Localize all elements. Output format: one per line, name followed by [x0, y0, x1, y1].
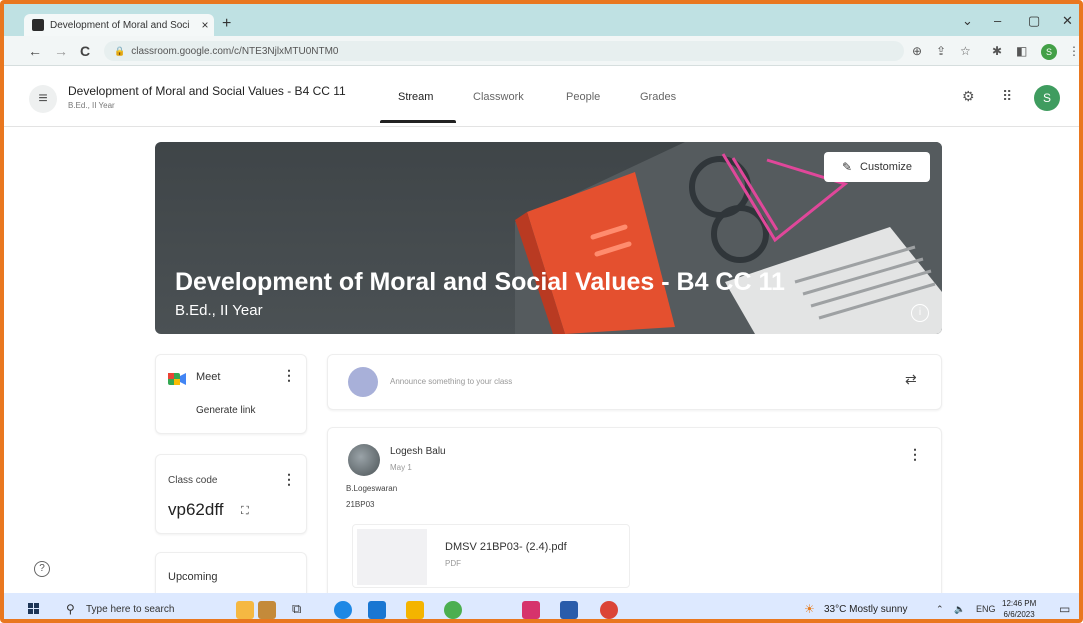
info-icon[interactable]: i	[911, 304, 929, 322]
generate-link-button[interactable]: Generate link	[196, 405, 255, 416]
banner-subtitle: B.Ed., II Year	[175, 302, 263, 319]
install-icon[interactable]: ⊕	[912, 44, 922, 58]
classroom-favicon-icon	[32, 19, 44, 31]
app-icon[interactable]	[522, 601, 540, 619]
tab-title: Development of Moral and Soci	[50, 19, 190, 31]
class-code-value: vp62dff	[168, 500, 224, 519]
meet-label: Meet	[196, 371, 221, 383]
tab-people[interactable]: People	[566, 91, 600, 103]
attachment-name: DMSV 21BP03- (2.4).pdf	[445, 541, 567, 553]
class-code-card: Class code ⋮ vp62dff ⛶	[155, 454, 307, 534]
tab-classwork[interactable]: Classwork	[473, 91, 524, 103]
browser-menu-icon[interactable]: ⋮	[1068, 44, 1079, 58]
post-author: Logesh Balu	[390, 446, 446, 457]
attachment-card[interactable]: DMSV 21BP03- (2.4).pdf PDF	[352, 524, 630, 588]
bookmark-star-icon[interactable]: ☆	[960, 44, 971, 58]
announce-placeholder[interactable]: Announce something to your class	[390, 377, 512, 386]
chrome-icon[interactable]	[444, 601, 462, 619]
announce-box[interactable]: Announce something to your class ⇄	[327, 354, 942, 410]
notification-icon[interactable]: ▭	[1059, 602, 1070, 616]
minimize-button[interactable]: –	[994, 13, 1001, 28]
clock[interactable]: 12:46 PM 6/6/2023	[1002, 598, 1037, 619]
active-tab-indicator	[380, 120, 456, 123]
people-icon[interactable]	[258, 601, 276, 619]
restore-button[interactable]: ▢	[1028, 13, 1040, 29]
account-avatar[interactable]: S	[1034, 85, 1060, 111]
main-menu-icon[interactable]: ≡	[29, 85, 57, 113]
fullscreen-code-icon[interactable]: ⛶	[241, 505, 249, 518]
lock-icon: 🔒	[114, 46, 126, 56]
tray-chevron-icon[interactable]: ⌃	[936, 604, 944, 615]
weather-text[interactable]: 33°C Mostly sunny	[824, 604, 907, 615]
address-bar-row: ← → C 🔒 classroom.google.com/c/NTE3NjlxMT…	[4, 36, 1079, 66]
edge-icon[interactable]	[334, 601, 352, 619]
stream-post: Logesh Balu May 1 ⋮ B.Logeswaran 21BP03 …	[327, 427, 942, 607]
course-subtitle: B.Ed., II Year	[68, 101, 115, 110]
repost-icon[interactable]: ⇄	[905, 371, 917, 388]
class-code-more-options-icon[interactable]: ⋮	[282, 471, 296, 488]
user-avatar	[348, 367, 378, 397]
meet-icon	[168, 373, 186, 385]
new-tab-button[interactable]: +	[222, 15, 231, 33]
browser-profile-avatar[interactable]: S	[1041, 44, 1057, 60]
side-panel-icon[interactable]: ◧	[1016, 44, 1027, 58]
windows-start-icon[interactable]	[28, 603, 40, 615]
classroom-header: ≡ Development of Moral and Social Values…	[4, 67, 1079, 127]
banner-title: Development of Moral and Social Values -…	[175, 268, 785, 296]
tab-grades[interactable]: Grades	[640, 91, 676, 103]
clock-date: 6/6/2023	[1003, 610, 1035, 619]
customize-label: Customize	[860, 161, 913, 173]
author-avatar	[348, 444, 380, 476]
mail-icon[interactable]	[368, 601, 386, 619]
tab-close-icon[interactable]: ×	[196, 18, 214, 32]
close-window-button[interactable]: ✕	[1062, 13, 1073, 29]
back-button[interactable]: ←	[28, 43, 42, 59]
clock-time: 12:46 PM	[1002, 599, 1037, 608]
news-widget-icon[interactable]	[236, 601, 254, 619]
word-icon[interactable]	[560, 601, 578, 619]
window-frame: Development of Moral and Soci × + ⌄ – ▢ …	[0, 0, 1083, 623]
class-settings-gear-icon[interactable]: ⚙	[962, 88, 975, 105]
google-apps-grid-icon[interactable]: ⠿	[1002, 88, 1012, 105]
browser-tab[interactable]: Development of Moral and Soci ×	[24, 14, 214, 36]
forward-button[interactable]: →	[54, 43, 68, 59]
tab-stream[interactable]: Stream	[398, 91, 433, 103]
post-body-line: 21BP03	[346, 500, 375, 509]
chrome-profile-icon[interactable]	[600, 601, 618, 619]
pencil-icon: ✎	[841, 160, 853, 174]
volume-icon[interactable]: 🔈	[954, 604, 965, 615]
customize-button[interactable]: ✎ Customize	[824, 152, 930, 182]
share-icon[interactable]: ⇪	[936, 44, 946, 58]
file-explorer-icon[interactable]	[406, 601, 424, 619]
attachment-type: PDF	[445, 559, 461, 568]
meet-card: Meet ⋮ Generate link	[155, 354, 307, 434]
language-indicator[interactable]: ENG	[976, 604, 996, 614]
taskbar-search-input[interactable]: Type here to search	[86, 604, 174, 615]
class-code-label: Class code	[168, 475, 218, 486]
tab-search-chevron-icon[interactable]: ⌄	[962, 13, 973, 29]
url-field[interactable]: 🔒 classroom.google.com/c/NTE3NjlxMTU0NTM0	[104, 41, 904, 61]
reload-button[interactable]: C	[80, 43, 90, 59]
extensions-icon[interactable]: ✱	[992, 44, 1002, 58]
search-icon: ⚲	[66, 602, 75, 616]
url-text: classroom.google.com/c/NTE3NjlxMTU0NTM0	[131, 46, 339, 57]
class-banner: Development of Moral and Social Values -…	[155, 142, 942, 334]
browser-tab-bar: Development of Moral and Soci × + ⌄ – ▢ …	[4, 4, 1079, 36]
post-body-line: B.Logeswaran	[346, 484, 398, 493]
post-date: May 1	[390, 463, 412, 472]
task-view-icon[interactable]: ⧉	[292, 601, 310, 619]
pdf-thumbnail	[357, 529, 427, 585]
help-icon[interactable]: ?	[34, 561, 50, 577]
meet-more-options-icon[interactable]: ⋮	[282, 367, 296, 384]
upcoming-label: Upcoming	[168, 571, 218, 583]
windows-taskbar: ⚲ Type here to search ⧉ ☀ 33°C Mostly su…	[4, 593, 1079, 619]
weather-icon: ☀	[804, 602, 815, 616]
post-more-options-icon[interactable]: ⋮	[908, 446, 922, 463]
course-title[interactable]: Development of Moral and Social Values -…	[68, 84, 346, 98]
